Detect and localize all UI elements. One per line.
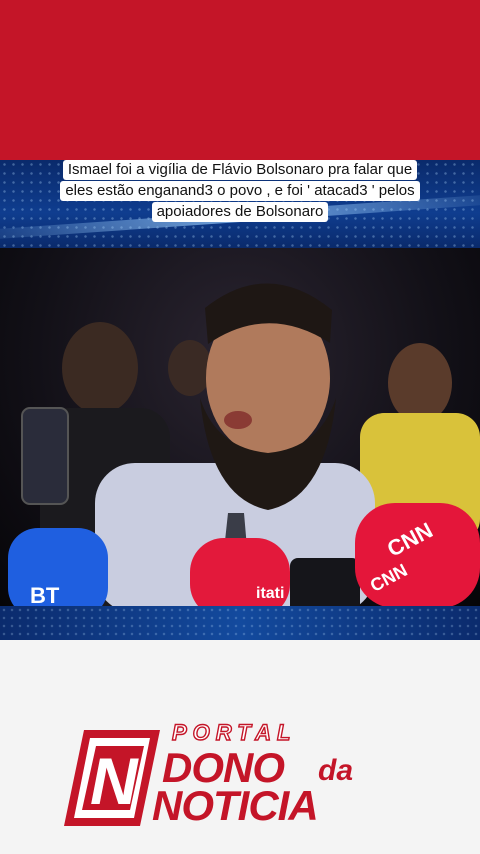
speaker-mouth — [224, 411, 252, 429]
caption-line-1: Ismael foi a vigília de Flávio Bolsonaro… — [62, 160, 418, 180]
caption-line-2: eles estão enganand3 o povo , e foi ' at… — [60, 181, 420, 201]
bystander-head-mid — [168, 340, 212, 396]
bystander-head-right — [388, 343, 452, 423]
mic-itatiaia-label: itati — [256, 585, 284, 602]
top-red-background — [0, 0, 480, 160]
logo-noticia-text: NOTICIA — [152, 782, 319, 829]
bystander-head-left — [62, 322, 138, 414]
portal-n-logo-icon: N — [64, 730, 160, 826]
news-strip — [0, 606, 480, 640]
caption-block: Ismael foi a vigília de Flávio Bolsonaro… — [0, 160, 480, 223]
logo-n-letter: N — [90, 744, 139, 818]
mic-black — [290, 558, 360, 606]
video-scene: BT itati CNN CNN — [8, 283, 480, 606]
mic-left-label: BT — [30, 583, 60, 606]
logo-portal-text: PORTAL — [171, 719, 297, 745]
video-frame[interactable]: BT itati CNN CNN — [0, 248, 480, 606]
caption-line-3: apoiadores de Bolsonaro — [151, 202, 329, 222]
phone-device — [21, 407, 69, 505]
logo-da-text: da — [318, 754, 354, 787]
